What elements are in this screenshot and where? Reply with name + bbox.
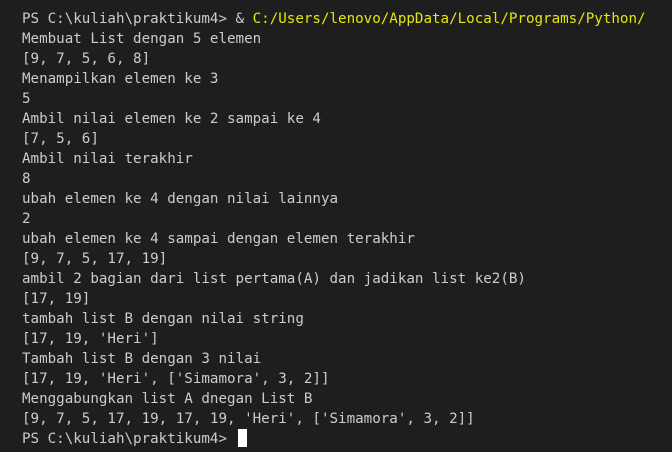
prompt: PS C:\kuliah\praktikum4> <box>22 11 227 27</box>
output-line: ambil 2 bagian dari list pertama(A) dan … <box>22 271 526 287</box>
output-line: [17, 19, 'Heri'] <box>22 331 159 347</box>
command-operator: & <box>235 11 245 27</box>
output-line: tambah list B dengan nilai string <box>22 311 304 327</box>
output-line: [9, 7, 5, 17, 19, 17, 19, 'Heri', ['Sima… <box>22 411 475 427</box>
prompt: PS C:\kuliah\praktikum4> <box>22 431 227 447</box>
text-cursor <box>237 429 247 447</box>
output-line: Ambil nilai elemen ke 2 sampai ke 4 <box>22 111 321 127</box>
command-line: PS C:\kuliah\praktikum4> & C:/Users/leno… <box>22 9 672 29</box>
output-line: Tambah list B dengan 3 nilai <box>22 351 262 367</box>
output-line: [17, 19] <box>22 291 91 307</box>
output-line: Menggabungkan list A dnegan List B <box>22 391 313 407</box>
output-line: [9, 7, 5, 6, 8] <box>22 51 151 67</box>
output-line: [17, 19, 'Heri', ['Simamora', 3, 2]] <box>22 371 330 387</box>
final-prompt-line[interactable]: PS C:\kuliah\praktikum4> <box>22 429 672 449</box>
output-line: [7, 5, 6] <box>22 131 99 147</box>
output-line: Membuat List dengan 5 elemen <box>22 31 262 47</box>
output-line: 8 <box>22 171 31 187</box>
output-line: 5 <box>22 91 31 107</box>
output-line: ubah elemen ke 4 sampai dengan elemen te… <box>22 231 415 247</box>
output-line: Ambil nilai terakhir <box>22 151 193 167</box>
output-line: Menampilkan elemen ke 3 <box>22 71 219 87</box>
command-path: C:/Users/lenovo/AppData/Local/Programs/P… <box>252 11 646 27</box>
output-line: ubah elemen ke 4 dengan nilai lainnya <box>22 191 339 207</box>
terminal-panel[interactable]: PS C:\kuliah\praktikum4> & C:/Users/leno… <box>0 0 672 452</box>
output-line: [9, 7, 5, 17, 19] <box>22 251 168 267</box>
output-line: 2 <box>22 211 31 227</box>
